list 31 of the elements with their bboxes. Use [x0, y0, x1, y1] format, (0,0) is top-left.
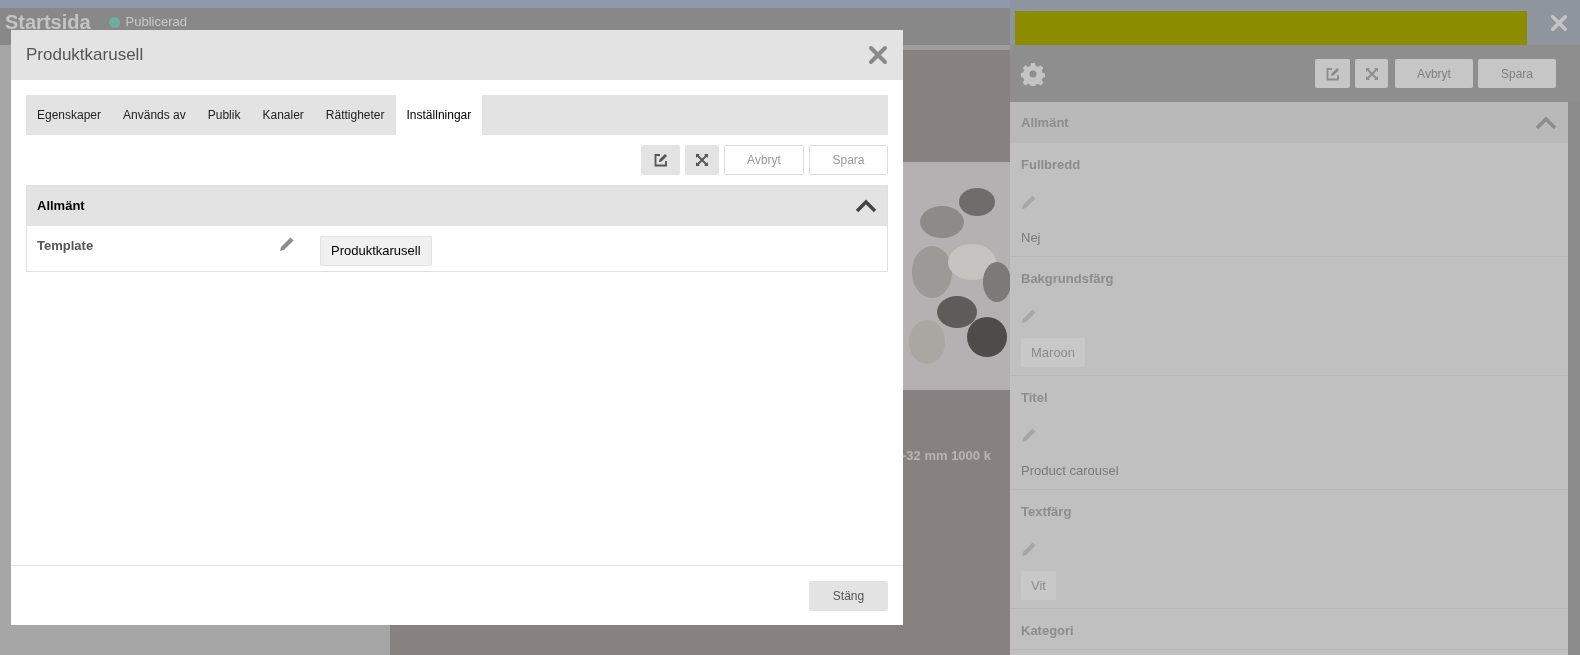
pencil-icon[interactable]	[1021, 427, 1037, 443]
tab[interactable]: Används av	[112, 95, 197, 135]
status-label: Publicerad	[125, 13, 188, 32]
section-title: Allmänt	[37, 197, 85, 216]
fullscreen-button[interactable]	[685, 145, 719, 175]
expand-icon	[1365, 67, 1378, 80]
close-icon[interactable]	[868, 45, 888, 65]
page-title: Startsida	[5, 10, 91, 35]
chevron-icon[interactable]	[855, 199, 877, 213]
pencil-icon[interactable]	[1021, 194, 1037, 210]
pencil-icon[interactable]	[279, 236, 295, 252]
pencil-icon[interactable]	[1021, 541, 1037, 557]
field-label: Template	[37, 237, 95, 255]
close-button[interactable]: Stäng	[809, 580, 888, 611]
tab[interactable]: Publik	[196, 95, 252, 135]
edit-icon	[653, 153, 668, 167]
edit-button[interactable]	[641, 145, 680, 175]
settings-icon[interactable]	[1021, 61, 1045, 86]
tab[interactable]: Rättigheter	[314, 95, 396, 135]
tab[interactable]: Inställningar	[395, 95, 483, 135]
field-value: Product carousel	[1021, 462, 1119, 480]
expand-icon	[696, 154, 708, 166]
tab[interactable]: Kanaler	[251, 95, 315, 135]
value-button[interactable]: Produktkarusell	[320, 236, 432, 266]
section-header[interactable]: Allmänt	[27, 186, 887, 226]
edit-icon	[1325, 66, 1340, 81]
tab[interactable]: Egenskaper	[26, 95, 113, 135]
pencil-icon[interactable]	[1021, 308, 1037, 324]
field-value: Nej	[1021, 229, 1041, 247]
close-icon[interactable]	[1550, 13, 1568, 32]
dialog-title: Produktkarusell	[26, 44, 144, 67]
